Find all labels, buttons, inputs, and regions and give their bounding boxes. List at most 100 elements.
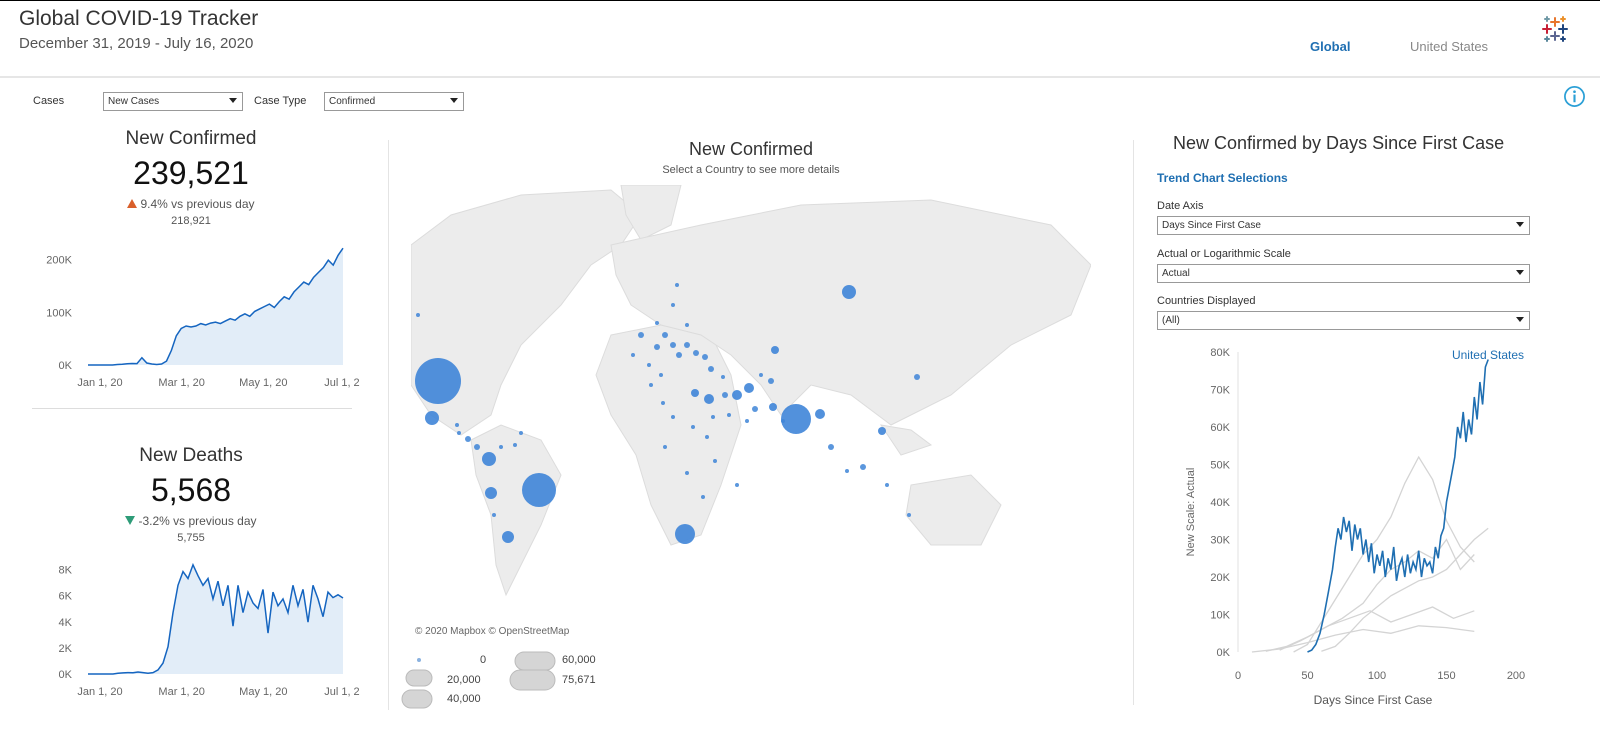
trend-y-tick: 10K xyxy=(1210,610,1230,622)
country-bubble[interactable] xyxy=(671,303,675,307)
bubble-kazakhstan[interactable] xyxy=(771,346,779,354)
confirmed-trend-chart[interactable]: 0K 100K 200K Jan 1, 20 Mar 1, 20 May 1, 20 Jul… xyxy=(30,240,360,395)
bubble-south-africa[interactable] xyxy=(675,524,695,544)
country-bubble[interactable] xyxy=(759,373,763,377)
bubble-philippines[interactable] xyxy=(878,427,886,435)
country-bubble[interactable] xyxy=(638,332,644,338)
country-bubble[interactable] xyxy=(721,375,725,379)
country-bubble[interactable] xyxy=(727,413,731,417)
trend-y-tick: 50K xyxy=(1210,460,1230,472)
cases-select[interactable]: New Cases xyxy=(103,92,243,111)
country-bubble[interactable] xyxy=(708,366,714,372)
bubble-usa[interactable] xyxy=(415,358,461,404)
country-bubble[interactable] xyxy=(713,459,717,463)
triangle-down-icon xyxy=(125,516,136,525)
bubble-brazil[interactable] xyxy=(522,473,556,507)
bubble-pakistan[interactable] xyxy=(744,383,754,393)
country-bubble[interactable] xyxy=(768,378,774,384)
country-bubble[interactable] xyxy=(676,352,682,358)
country-bubble[interactable] xyxy=(685,323,689,327)
country-bubble[interactable] xyxy=(907,513,911,517)
countries-label: Countries Displayed xyxy=(1157,295,1256,307)
country-bubble[interactable] xyxy=(492,513,496,517)
deaths-y-tick: 8K xyxy=(59,565,73,577)
deaths-trend-chart[interactable]: 0K 2K 4K 6K 8K Jan 1, 20 Mar 1, 20 May 1, 20 Jul… xyxy=(30,552,360,702)
right-panel-divider xyxy=(1133,140,1134,705)
country-bubble[interactable] xyxy=(691,425,695,429)
countries-select[interactable]: (All) xyxy=(1157,311,1530,330)
case-type-select[interactable]: Confirmed xyxy=(324,92,464,111)
bubble-india[interactable] xyxy=(781,404,811,434)
country-bubble[interactable] xyxy=(702,354,708,360)
bubble-colombia[interactable] xyxy=(482,452,496,466)
country-bubble[interactable] xyxy=(735,483,739,487)
country-bubble[interactable] xyxy=(649,383,653,387)
triangle-up-icon xyxy=(127,199,138,208)
country-bubble[interactable] xyxy=(661,401,665,405)
country-bubble[interactable] xyxy=(670,342,676,348)
info-icon[interactable] xyxy=(1563,85,1586,108)
country-bubble[interactable] xyxy=(662,332,668,338)
country-bubble[interactable] xyxy=(519,431,523,435)
trend-y-tick: 20K xyxy=(1210,572,1230,584)
bubble-iran[interactable] xyxy=(732,390,742,400)
confirmed-area xyxy=(88,248,343,365)
date-axis-select[interactable]: Days Since First Case xyxy=(1157,216,1530,235)
country-bubble[interactable] xyxy=(885,483,889,487)
country-bubble[interactable] xyxy=(659,373,663,377)
bubble-egypt[interactable] xyxy=(691,389,699,397)
trend-y-tick: 30K xyxy=(1210,535,1230,547)
country-bubble[interactable] xyxy=(722,392,728,398)
country-bubble[interactable] xyxy=(416,313,420,317)
scale-select[interactable]: Actual xyxy=(1157,264,1530,283)
bubble-peru[interactable] xyxy=(485,487,497,499)
tab-global[interactable]: Global xyxy=(1310,39,1350,54)
country-bubble[interactable] xyxy=(655,321,659,325)
country-bubble[interactable] xyxy=(914,374,920,380)
country-bubble[interactable] xyxy=(693,350,699,356)
country-bubble[interactable] xyxy=(465,436,471,442)
country-bubble[interactable] xyxy=(745,419,749,423)
country-bubble[interactable] xyxy=(513,443,517,447)
case-type-select-value: Confirmed xyxy=(329,96,376,107)
confirmed-x-tick: Jul 1, 20 xyxy=(324,377,360,389)
country-bubble[interactable] xyxy=(685,471,689,475)
country-bubble[interactable] xyxy=(701,495,705,499)
tab-united-states[interactable]: United States xyxy=(1410,39,1488,54)
confirmed-x-tick: Jan 1, 20 xyxy=(77,377,122,389)
country-bubble[interactable] xyxy=(781,419,785,423)
page-title: Global COVID-19 Tracker xyxy=(19,7,259,30)
legend-bubble-40000 xyxy=(401,689,433,709)
country-bubble[interactable] xyxy=(455,423,459,427)
bubble-bangladesh[interactable] xyxy=(815,409,825,419)
country-bubble[interactable] xyxy=(684,342,690,348)
country-bubble[interactable] xyxy=(631,353,635,357)
country-bubble[interactable] xyxy=(457,431,461,435)
country-bubble[interactable] xyxy=(705,435,709,439)
country-bubble[interactable] xyxy=(860,464,866,470)
bubble-mexico[interactable] xyxy=(425,411,439,425)
bubble-chile[interactable] xyxy=(502,531,514,543)
country-bubble[interactable] xyxy=(675,283,679,287)
country-bubble[interactable] xyxy=(711,415,715,419)
country-bubble[interactable] xyxy=(654,344,660,350)
country-bubble[interactable] xyxy=(499,445,503,449)
bubble-saudi[interactable] xyxy=(704,394,714,404)
country-bubble[interactable] xyxy=(671,415,675,419)
country-bubble[interactable] xyxy=(647,363,651,367)
country-bubble[interactable] xyxy=(828,444,834,450)
country-bubble[interactable] xyxy=(845,469,849,473)
country-bubble[interactable] xyxy=(663,445,667,449)
trend-y-tick: 0K xyxy=(1217,647,1231,659)
legend-bubble-0 xyxy=(417,658,421,662)
bubble-russia[interactable] xyxy=(842,285,856,299)
world-map[interactable] xyxy=(411,185,1091,625)
country-bubble[interactable] xyxy=(474,444,480,450)
country-bubble[interactable] xyxy=(752,406,758,412)
legend-bubble-60000 xyxy=(514,651,556,671)
legend-label-40000: 40,000 xyxy=(447,693,481,705)
kpi-confirmed-change-text: 9.4% vs previous day xyxy=(140,197,255,211)
bubble-iraq[interactable] xyxy=(769,403,777,411)
trend-x-tick: 200 xyxy=(1507,670,1525,682)
trend-line-chart[interactable]: 0K 10K 20K 30K 40K 50K 60K 70K 80K 0 50 100 150 200 Da… xyxy=(1160,340,1540,712)
